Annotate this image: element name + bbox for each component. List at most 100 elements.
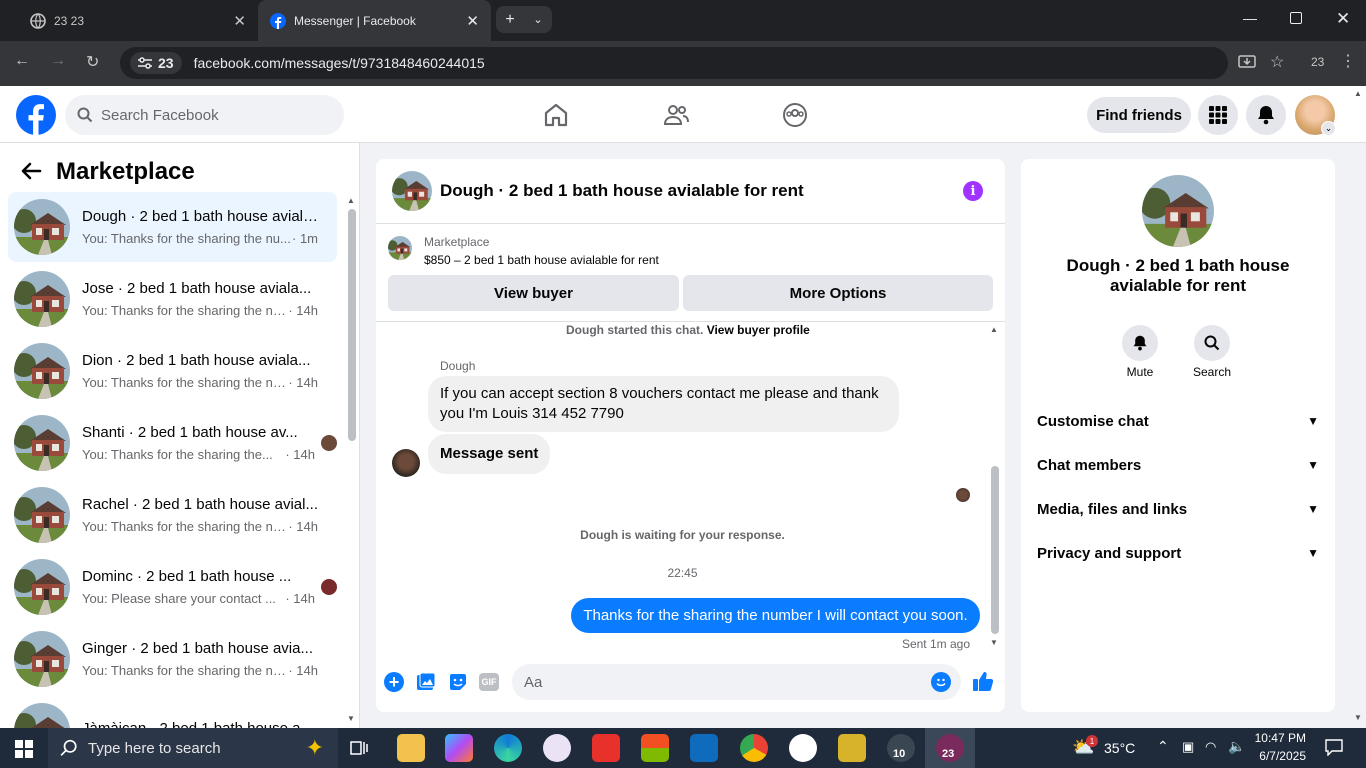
chat-title[interactable]: Dough · 2 bed 1 bath house avialable for…: [440, 181, 804, 201]
windows-start-icon[interactable]: [15, 740, 33, 763]
conversation-item[interactable]: Jose · 2 bed 1 bath house aviala... You: …: [8, 264, 337, 334]
show-hidden-icons-icon[interactable]: ⌃: [1157, 738, 1169, 755]
close-tab-icon[interactable]: ✕: [466, 12, 479, 30]
close-tab-icon[interactable]: ✕: [233, 12, 246, 30]
store-icon[interactable]: [641, 734, 669, 762]
listing-price-title[interactable]: $850 – 2 bed 1 bath house avialable for …: [424, 253, 659, 267]
scroll-up-arrow-icon[interactable]: ▲: [347, 196, 355, 205]
listing-thumbnail[interactable]: [388, 236, 412, 260]
address-bar[interactable]: 23 facebook.com/messages/t/9731848460244…: [120, 47, 1228, 79]
sticker-icon[interactable]: [448, 672, 468, 697]
chat-listing-thumbnail[interactable]: [392, 171, 432, 211]
taskbar-search-box[interactable]: Type here to search ✦: [48, 728, 338, 768]
outgoing-message-bubble[interactable]: Thanks for the sharing the number I will…: [571, 598, 980, 633]
details-listing-photo[interactable]: [1142, 175, 1214, 247]
facebook-logo-icon[interactable]: [16, 95, 56, 140]
close-window-icon[interactable]: ✕: [1336, 9, 1350, 29]
incoming-message-bubble[interactable]: If you can accept section 8 vouchers con…: [428, 376, 899, 432]
media-files-links-row[interactable]: Media, files and links ▼: [1037, 489, 1319, 529]
snipping-icon[interactable]: [543, 734, 571, 762]
menu-grid-icon[interactable]: [1198, 95, 1238, 135]
conversation-item[interactable]: Dough · 2 bed 1 bath house aviala... You:…: [8, 192, 337, 262]
view-buyer-button[interactable]: View buyer: [388, 275, 679, 311]
scroll-down-arrow-icon[interactable]: ▼: [347, 714, 355, 723]
task-view-icon[interactable]: [349, 738, 369, 763]
file-explorer-icon[interactable]: [397, 734, 425, 762]
xbox-icon[interactable]: [838, 734, 866, 762]
emoji-icon[interactable]: [931, 672, 951, 692]
browser-menu-icon[interactable]: ⋮: [1340, 51, 1356, 71]
info-icon[interactable]: i: [963, 181, 983, 201]
chrome-icon[interactable]: [740, 734, 768, 762]
chat-header: Dough · 2 bed 1 bath house avialable for…: [376, 159, 1005, 224]
tab-search-chevron-icon[interactable]: ⌄: [533, 13, 542, 26]
tune-icon: [138, 57, 152, 69]
friends-icon[interactable]: [663, 102, 689, 133]
details-title: Dough · 2 bed 1 bath house avialable for…: [1066, 256, 1290, 295]
home-icon[interactable]: [543, 102, 569, 133]
view-buyer-profile-link[interactable]: View buyer profile: [707, 323, 810, 337]
wifi-icon[interactable]: ◠: [1205, 739, 1216, 755]
thumbs-up-icon[interactable]: [972, 670, 994, 697]
back-arrow-icon[interactable]: [20, 160, 42, 188]
add-attachment-icon[interactable]: +: [384, 672, 404, 692]
incoming-message-bubble[interactable]: Message sent: [428, 434, 551, 474]
profile-count[interactable]: 23: [1311, 55, 1324, 69]
network-device-icon[interactable]: ▣: [1182, 739, 1194, 755]
search-chat-icon[interactable]: [1194, 325, 1230, 361]
sender-avatar[interactable]: [392, 449, 420, 477]
chat-scrollbar-thumb[interactable]: [991, 466, 999, 634]
install-app-icon[interactable]: [1238, 54, 1256, 75]
mute-bell-icon[interactable]: [1122, 325, 1158, 361]
listing-thumbnail: [14, 343, 70, 399]
conversation-name: Ginger · 2 bed 1 bath house avia...: [82, 640, 313, 657]
site-info-chip[interactable]: 23: [130, 52, 182, 74]
chat-members-row[interactable]: Chat members ▼: [1037, 445, 1319, 485]
message-input[interactable]: Aa: [512, 664, 961, 700]
account-chevron-icon[interactable]: ⌄: [1321, 121, 1336, 136]
photo-icon[interactable]: [416, 672, 436, 697]
forward-icon[interactable]: →: [50, 52, 66, 70]
bookmark-star-icon[interactable]: ☆: [1270, 52, 1284, 72]
more-options-button[interactable]: More Options: [683, 275, 993, 311]
url-text: facebook.com/messages/t/9731848460244015: [193, 55, 485, 71]
page-scroll-up-icon[interactable]: ▲: [1354, 89, 1362, 98]
conversation-item[interactable]: Shanti · 2 bed 1 bath house av... You: Th…: [8, 408, 337, 478]
clock-date[interactable]: 6/7/2025: [1252, 749, 1306, 763]
conversation-item[interactable]: Ginger · 2 bed 1 bath house avia... You: …: [8, 624, 337, 694]
facebook-search-bar[interactable]: Search Facebook: [65, 95, 344, 135]
conversation-item[interactable]: Dion · 2 bed 1 bath house aviala... You: …: [8, 336, 337, 406]
sidebar-scrollbar-thumb[interactable]: [348, 209, 356, 441]
page-scroll-down-icon[interactable]: ▼: [1354, 713, 1362, 722]
section-label: Chat members: [1037, 456, 1142, 474]
reload-icon[interactable]: ↻: [86, 52, 99, 72]
privacy-support-row[interactable]: Privacy and support ▼: [1037, 533, 1319, 573]
browser-tab-active[interactable]: Messenger | Facebook ✕: [258, 0, 491, 41]
groups-icon[interactable]: [782, 102, 808, 133]
conversation-item[interactable]: Rachel · 2 bed 1 bath house avial... You:…: [8, 480, 337, 550]
notifications-bell-icon[interactable]: [1246, 95, 1286, 135]
mute-label[interactable]: Mute: [1110, 365, 1170, 379]
browser-tab-inactive[interactable]: 23 23 ✕: [18, 0, 258, 41]
new-tab-icon[interactable]: +: [505, 11, 514, 29]
restore-icon[interactable]: [1290, 12, 1302, 24]
weather-temp[interactable]: 35°C: [1104, 740, 1135, 756]
customise-chat-row[interactable]: Customise chat ▼: [1037, 401, 1319, 441]
minimize-icon[interactable]: —: [1243, 10, 1257, 26]
chat-scroll-down-icon[interactable]: ▼: [990, 638, 998, 647]
gif-icon[interactable]: GIF: [479, 673, 499, 691]
outlook-icon[interactable]: [690, 734, 718, 762]
search-label[interactable]: Search: [1182, 365, 1242, 379]
find-friends-button[interactable]: Find friends: [1087, 97, 1191, 133]
divider: [376, 321, 1005, 322]
volume-icon[interactable]: 🔈: [1228, 738, 1245, 755]
back-icon[interactable]: ←: [14, 52, 30, 70]
notification-center-icon[interactable]: [1325, 738, 1343, 761]
copilot-icon[interactable]: [445, 734, 473, 762]
anydesk-icon[interactable]: [592, 734, 620, 762]
chat-scroll-up-icon[interactable]: ▲: [990, 325, 998, 334]
clock-time[interactable]: 10:47 PM: [1252, 731, 1306, 745]
edge-icon[interactable]: [494, 734, 522, 762]
conversation-time: · 14h: [288, 663, 318, 678]
conversation-item[interactable]: Dominc · 2 bed 1 bath house ... You: Plea…: [8, 552, 337, 622]
